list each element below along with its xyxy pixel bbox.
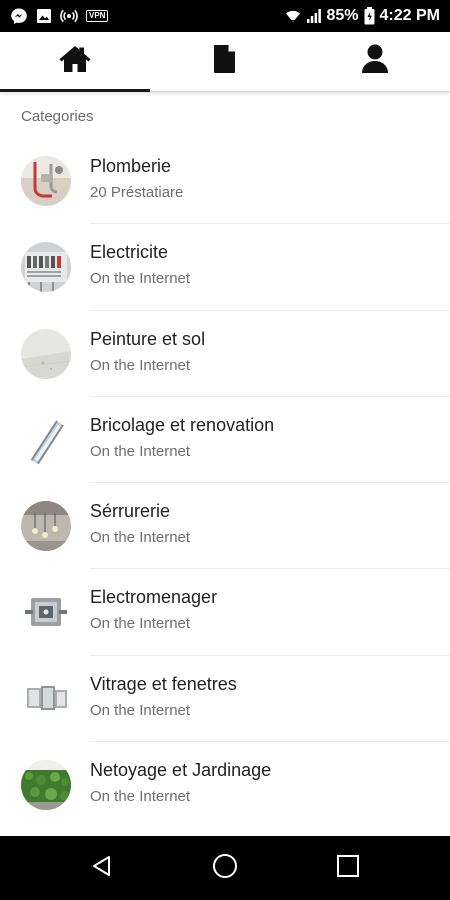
paint-floor-image [21,328,71,379]
status-right: 85% 4:22 PM [285,7,440,25]
category-text: Electromenager On the Internet [90,585,217,634]
android-nav-bar [0,836,450,900]
back-icon [90,854,114,883]
category-text: Sérrurerie On the Internet [90,499,190,548]
category-subtitle: On the Internet [90,701,191,719]
plumbing-image [21,156,71,207]
category-title: Electricite [90,242,169,263]
home-button[interactable] [195,838,255,898]
electricity-image [21,242,71,293]
category-item-electromenager[interactable]: Electromenager On the Internet [0,569,450,656]
back-button[interactable] [72,838,132,898]
wifi-icon [285,8,301,24]
person-icon [361,44,389,79]
category-item-bricolage-et-renovation[interactable]: Bricolage et renovation On the Internet [0,397,450,484]
category-text: Netoyage et Jardinage On the Internet [90,758,271,807]
category-subtitle: On the Internet [90,615,191,633]
category-item-vitrage-et-fenetres[interactable]: Vitrage et fenetres On the Internet [0,656,450,743]
messenger-icon [10,7,28,25]
gardening-image [21,760,71,811]
image-icon [36,8,52,24]
category-subtitle: On the Internet [90,356,191,374]
category-list-screen: Categories Plomberie 20 Préstatiare Elec… [0,93,450,836]
category-title: Sérrurerie [90,501,171,522]
category-title: Peinture et sol [90,328,206,349]
category-title: Electromenager [90,587,218,608]
category-subtitle: On the Internet [90,442,191,460]
document-icon [213,44,237,79]
category-text: Vitrage et fenetres On the Internet [90,672,237,721]
category-item-netoyage-et-jardinage[interactable]: Netoyage et Jardinage On the Internet [0,742,450,828]
category-title: Vitrage et fenetres [90,673,237,694]
battery-percentage: 85% [326,7,359,24]
category-text: Peinture et sol On the Internet [90,327,205,376]
category-text: Bricolage et renovation On the Internet [90,413,274,462]
battery-icon [364,7,375,25]
renovation-image [21,415,71,466]
category-subtitle: On the Internet [90,788,191,806]
category-title: Plomberie [90,156,172,176]
recents-icon [336,854,360,883]
category-subtitle: On the Internet [90,529,191,547]
category-title: Netoyage et Jardinage [90,760,272,781]
category-text: Electricite On the Internet [90,240,190,289]
home-circle-icon [212,853,238,884]
category-subtitle: On the Internet [90,270,191,288]
tab-home[interactable] [0,32,150,92]
status-left: VPN [10,7,109,25]
category-subtitle: 20 Préstatiare [90,184,184,201]
tab-profile[interactable] [300,32,450,91]
recents-button[interactable] [318,838,378,898]
clock: 4:22 PM [379,7,440,24]
locksmith-image [21,501,71,552]
top-tab-bar [0,32,450,92]
category-item-peinture-et-sol[interactable]: Peinture et sol On the Internet [0,311,450,397]
section-title: Categories [21,108,94,125]
category-item-plomberie[interactable]: Plomberie 20 Préstatiare [0,138,450,225]
status-bar: VPN 85% 4:22 PM [0,0,450,32]
category-item-serrurerie[interactable]: Sérrurerie On the Internet [0,483,450,570]
vpn-icon: VPN [86,10,109,22]
windows-image [21,673,71,724]
category-text: Plomberie 20 Préstatiare [90,154,183,203]
appliance-image [21,587,71,638]
signal-icon [306,8,322,24]
tab-documents[interactable] [150,32,300,91]
home-icon [58,44,92,79]
category-title: Bricolage et renovation [90,414,275,435]
category-item-electricite[interactable]: Electricite On the Internet [0,224,450,311]
hotspot-icon [60,7,78,25]
